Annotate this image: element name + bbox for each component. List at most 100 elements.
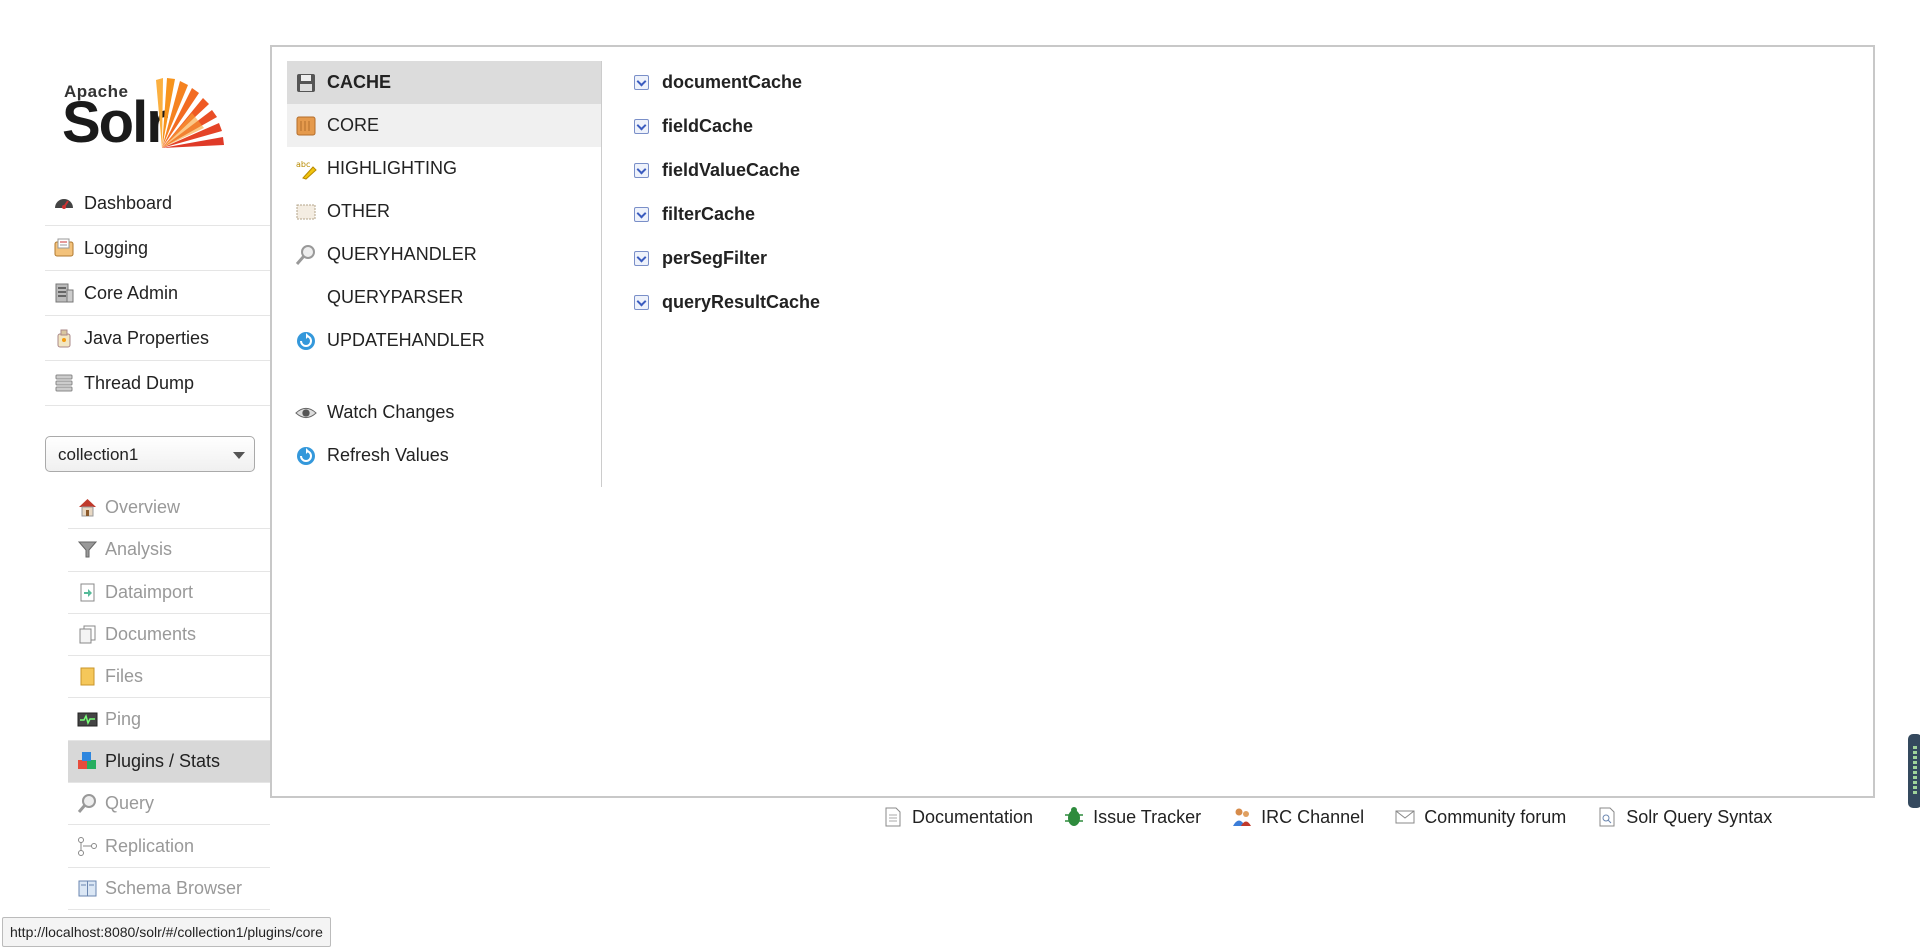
core-item-label: Replication — [105, 835, 195, 856]
type-item-cache[interactable]: CACHE — [287, 61, 601, 104]
irc-channel-link[interactable]: IRC Channel — [1231, 806, 1364, 828]
browser-status-bar: http://localhost:8080/solr/#/collection1… — [2, 917, 331, 947]
core-item-label: Ping — [105, 708, 142, 729]
type-item-other[interactable]: OTHER — [287, 190, 601, 233]
entry-query-result-cache[interactable]: queryResultCache — [634, 280, 820, 324]
chevron-down-icon — [233, 452, 245, 459]
solr-query-syntax-link[interactable]: Solr Query Syntax — [1596, 806, 1772, 828]
issue-tracker-label: Issue Tracker — [1093, 806, 1202, 827]
floppy-disk-icon — [295, 72, 317, 94]
community-forum-link[interactable]: Community forum — [1394, 806, 1566, 828]
documentation-label: Documentation — [912, 806, 1034, 827]
nav-item-java-properties[interactable]: Java Properties — [45, 316, 270, 361]
refresh-values-button[interactable]: Refresh Values — [287, 434, 601, 477]
magnifier-icon — [77, 793, 98, 814]
expand-toggle-icon[interactable] — [634, 74, 649, 90]
plugin-types-list: CACHE CORE abc HIGHLIGHTING OTHER QUERYH… — [287, 61, 602, 487]
entry-label: filterCache — [662, 203, 756, 224]
core-item-label: Dataimport — [105, 581, 194, 602]
status-url: http://localhost:8080/solr/#/collection1… — [10, 924, 323, 940]
magnifier-icon — [295, 244, 317, 266]
core-item-documents[interactable]: Documents — [68, 614, 270, 657]
home-icon — [77, 497, 98, 518]
highlighter-icon: abc — [295, 158, 317, 180]
entry-label: fieldCache — [662, 115, 754, 136]
solr-query-syntax-label: Solr Query Syntax — [1626, 806, 1773, 827]
nav-item-dashboard[interactable]: Dashboard — [45, 181, 270, 226]
expand-toggle-icon[interactable] — [634, 250, 649, 266]
core-item-replication[interactable]: Replication — [68, 825, 270, 868]
entry-document-cache[interactable]: documentCache — [634, 60, 820, 104]
type-item-highlighting[interactable]: abc HIGHLIGHTING — [287, 147, 601, 190]
entry-filter-cache[interactable]: filterCache — [634, 192, 820, 236]
nav-item-label: Logging — [84, 237, 149, 258]
solr-sunburst-icon — [156, 78, 224, 148]
core-item-schema-browser[interactable]: Schema Browser — [68, 868, 270, 910]
expand-toggle-icon[interactable] — [634, 162, 649, 178]
core-selector[interactable]: collection1 — [45, 436, 255, 472]
type-item-label: UPDATEHANDLER — [327, 330, 485, 350]
expand-toggle-icon[interactable] — [634, 294, 649, 310]
documentation-link[interactable]: Documentation — [882, 806, 1033, 828]
type-item-label: CORE — [327, 115, 380, 135]
core-item-plugins-stats[interactable]: Plugins / Stats — [68, 740, 270, 784]
type-item-queryhandler[interactable]: QUERYHANDLER — [287, 233, 601, 276]
watch-changes-label: Watch Changes — [327, 402, 455, 422]
schema-icon — [77, 878, 98, 899]
core-item-query[interactable]: Query — [68, 783, 270, 826]
type-item-queryparser[interactable]: QUERYPARSER — [287, 276, 601, 319]
svg-text:abc: abc — [296, 160, 310, 169]
entry-label: queryResultCache — [662, 291, 821, 312]
core-item-label: Plugins / Stats — [105, 750, 221, 771]
footer-links: Documentation Issue Tracker IRC Channel … — [882, 806, 1802, 828]
other-icon — [295, 201, 317, 223]
core-item-label: Documents — [105, 624, 197, 645]
nav-item-label: Java Properties — [84, 327, 210, 348]
nav-item-label: Core Admin — [84, 282, 179, 303]
type-item-label: OTHER — [327, 201, 390, 221]
core-item-label: Files — [105, 666, 144, 687]
type-item-core[interactable]: CORE — [287, 104, 601, 147]
expand-toggle-icon[interactable] — [634, 206, 649, 222]
core-item-dataimport[interactable]: Dataimport — [68, 572, 270, 614]
issue-tracker-link[interactable]: Issue Tracker — [1063, 806, 1201, 828]
entry-label: documentCache — [662, 71, 803, 92]
core-item-overview[interactable]: Overview — [68, 487, 270, 530]
solr-logo[interactable]: Apache Solr — [62, 56, 242, 156]
core-selector-value: collection1 — [58, 445, 139, 464]
nav-item-thread-dump[interactable]: Thread Dump — [45, 361, 270, 406]
entry-per-seg-filter[interactable]: perSegFilter — [634, 236, 820, 280]
thread-dump-icon — [53, 372, 75, 394]
funnel-icon — [77, 539, 98, 560]
refresh-icon — [295, 445, 317, 467]
community-forum-label: Community forum — [1424, 806, 1567, 827]
core-box-icon — [295, 115, 317, 137]
type-item-label: QUERYHANDLER — [327, 244, 477, 264]
entry-field-cache[interactable]: fieldCache — [634, 104, 820, 148]
nav-item-label: Dashboard — [84, 192, 173, 213]
expand-toggle-icon[interactable] — [634, 118, 649, 134]
bug-icon — [1063, 806, 1085, 828]
side-widget-handle[interactable] — [1908, 734, 1920, 808]
entry-label: fieldValueCache — [662, 159, 801, 180]
people-icon — [1231, 806, 1253, 828]
dashboard-icon — [53, 192, 75, 214]
type-item-updatehandler[interactable]: UPDATEHANDLER — [287, 319, 601, 362]
watch-changes-button[interactable]: Watch Changes — [287, 391, 601, 434]
java-properties-icon — [53, 327, 75, 349]
folder-icon — [77, 666, 98, 687]
documents-icon — [77, 624, 98, 645]
core-item-label: Analysis — [105, 539, 173, 560]
entry-label: perSegFilter — [662, 247, 768, 268]
nav-item-core-admin[interactable]: Core Admin — [45, 271, 270, 316]
core-admin-icon — [53, 282, 75, 304]
core-item-ping[interactable]: Ping — [68, 698, 270, 741]
refresh-values-label: Refresh Values — [327, 445, 449, 465]
nav-item-logging[interactable]: Logging — [45, 226, 270, 271]
core-item-label: Query — [105, 793, 155, 814]
entry-field-value-cache[interactable]: fieldValueCache — [634, 148, 820, 192]
core-item-analysis[interactable]: Analysis — [68, 529, 270, 572]
core-item-files[interactable]: Files — [68, 656, 270, 699]
irc-channel-label: IRC Channel — [1261, 806, 1365, 827]
main-nav: Dashboard Logging Core Admin Java Proper… — [45, 181, 270, 406]
